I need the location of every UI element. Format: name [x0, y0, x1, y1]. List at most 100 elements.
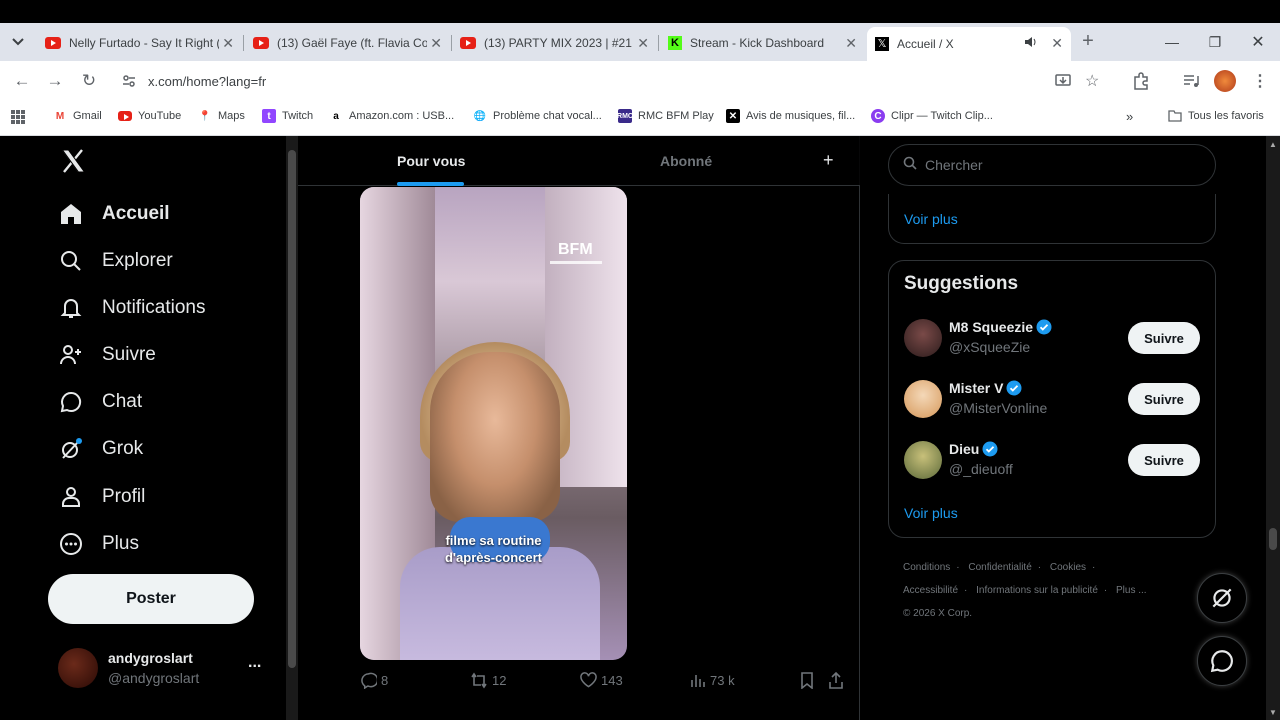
footer-link[interactable]: Cookies [1050, 562, 1086, 573]
bookmark-maps[interactable]: 📍 Maps [198, 109, 245, 123]
account-switcher[interactable]: andygroslart @andygroslart ... [58, 644, 278, 694]
menu-kebab-icon[interactable]: ⋮ [1252, 71, 1268, 91]
bookmark-avis-musiques[interactable]: ✕ Avis de musiques, fil... [726, 109, 855, 123]
bookmark-twitch[interactable]: t Twitch [262, 109, 313, 123]
post-button[interactable]: Poster [48, 574, 254, 624]
bookmark-clipr[interactable]: C Clipr — Twitch Clip... [871, 109, 993, 123]
x-logo-icon[interactable] [60, 148, 86, 180]
footer-sep: · [964, 585, 968, 596]
post-actions: 8 12 143 73 k [360, 672, 850, 692]
restore-button[interactable]: ❐ [1193, 23, 1237, 61]
footer-link[interactable]: Conditions [903, 562, 950, 573]
bookmark-star-icon[interactable]: ☆ [1085, 71, 1099, 91]
bookmark-rmc[interactable]: RMC RMC BFM Play [617, 109, 714, 123]
top-black-bar [0, 0, 1280, 23]
back-button[interactable]: ← [10, 69, 34, 93]
bookmark-button[interactable] [800, 672, 818, 689]
site-info-icon[interactable] [122, 74, 136, 93]
views-button[interactable]: 73 k [690, 672, 735, 688]
search-input[interactable]: Chercher [888, 144, 1216, 186]
nav-home[interactable]: Accueil [58, 194, 170, 234]
browser-tab[interactable]: K Stream - Kick Dashboard ✕ [660, 29, 865, 57]
install-app-icon[interactable] [1055, 73, 1071, 94]
bookmark-gmail[interactable]: M Gmail [53, 109, 102, 123]
nav-follow[interactable]: Suivre [58, 335, 156, 375]
like-button[interactable]: 143 [580, 672, 623, 688]
left-scrollbar[interactable] [286, 136, 298, 720]
home-icon [58, 201, 84, 227]
suggestions-see-more-link[interactable]: Voir plus [904, 505, 958, 521]
apps-grid-icon[interactable] [11, 110, 25, 129]
footer-link[interactable]: Plus ... [1116, 585, 1147, 596]
reply-button[interactable]: 8 [360, 672, 388, 689]
bookmark-label: Tous les favoris [1188, 110, 1264, 122]
bookmark-label: RMC BFM Play [638, 110, 714, 122]
browser-tab[interactable]: Nelly Furtado - Say It Right ( ✕ [37, 29, 242, 57]
caption-line: d'après-concert [444, 550, 542, 565]
tab-following[interactable]: Abonné [660, 153, 712, 169]
speaker-icon[interactable] [1024, 36, 1037, 51]
footer-link[interactable]: Confidentialité [968, 562, 1031, 573]
all-bookmarks[interactable]: Tous les favoris [1168, 109, 1264, 123]
trends-see-more-link[interactable]: Voir plus [904, 211, 958, 227]
folder-icon [1168, 109, 1182, 123]
profile-avatar[interactable] [1214, 70, 1236, 92]
address-bar[interactable]: x.com/home?lang=fr ☆ [112, 65, 1111, 97]
nav-profile[interactable]: Profil [58, 477, 145, 517]
share-button[interactable] [828, 672, 848, 689]
more-dots-icon[interactable]: ... [248, 654, 261, 672]
close-icon[interactable]: ✕ [1051, 35, 1063, 52]
suggestion-item[interactable]: Dieu @_dieuoff Suivre [904, 439, 1204, 483]
post-video[interactable]: BFM filme sa routine d'après-concert [360, 187, 627, 660]
extensions-icon[interactable] [1132, 72, 1150, 95]
browser-tab-active[interactable]: 𝕏 Accueil / X ✕ [867, 27, 1071, 61]
close-icon[interactable]: ✕ [637, 35, 649, 52]
x-page: Accueil Explorer Notifications Suivre Ch… [0, 136, 1280, 720]
minimize-button[interactable]: — [1150, 23, 1194, 61]
nav-more[interactable]: Plus [58, 524, 139, 564]
forward-button[interactable]: → [43, 69, 67, 93]
bookmark-amazon[interactable]: a Amazon.com : USB... [329, 109, 454, 123]
footer-link[interactable]: Informations sur la publicité [976, 585, 1098, 596]
follow-button[interactable]: Suivre [1128, 322, 1200, 354]
follow-button[interactable]: Suivre [1128, 444, 1200, 476]
more-bookmarks-icon[interactable]: » [1126, 109, 1133, 124]
globe-icon: 🌐 [473, 110, 487, 122]
close-window-button[interactable]: ✕ [1236, 23, 1280, 61]
tab-for-you[interactable]: Pour vous [397, 153, 465, 169]
nav-notifications[interactable]: Notifications [58, 288, 206, 328]
scroll-down-icon: ▼ [1269, 708, 1277, 717]
nav-label: Explorer [102, 250, 173, 271]
nav-explore[interactable]: Explorer [58, 241, 173, 281]
bookmark-youtube[interactable]: YouTube [118, 109, 181, 123]
footer-link[interactable]: Accessibilité [903, 585, 958, 596]
nav-chat[interactable]: Chat [58, 382, 142, 422]
media-control-icon[interactable] [1182, 72, 1200, 95]
nav-label: Notifications [102, 297, 206, 318]
new-tab-button[interactable]: + [1076, 29, 1100, 53]
account-name: andygroslart [108, 650, 193, 666]
bookmark-chat-vocal[interactable]: 🌐 Problème chat vocal... [473, 109, 602, 123]
suggestion-item[interactable]: Mister V @MisterVonline Suivre [904, 378, 1204, 422]
nav-grok[interactable]: Grok [58, 429, 143, 469]
add-feed-icon[interactable]: + [823, 150, 834, 171]
chat-fab-button[interactable] [1197, 636, 1247, 686]
trends-box: Voir plus [888, 194, 1216, 244]
clipr-icon: C [871, 109, 885, 123]
close-icon[interactable]: ✕ [845, 35, 857, 52]
browser-tab[interactable]: (13) PARTY MIX 2023 | #21 | ✕ [452, 29, 657, 57]
page-scrollbar[interactable]: ▲ ▼ [1266, 136, 1280, 720]
close-icon[interactable]: ✕ [222, 35, 234, 52]
grok-fab-button[interactable] [1197, 573, 1247, 623]
follow-button[interactable]: Suivre [1128, 383, 1200, 415]
suggestion-item[interactable]: M8 Squeezie @xSqueeZie Suivre [904, 317, 1204, 361]
repost-button[interactable]: 12 [470, 672, 506, 689]
tab-title: Accueil / X [897, 37, 954, 51]
browser-tab[interactable]: (13) Gaël Faye (ft. Flavia Coe ✕ [245, 29, 450, 57]
tab-title: (13) Gaël Faye (ft. Flavia Coe [277, 36, 427, 50]
reload-button[interactable]: ↻ [77, 69, 101, 93]
bookmark-label: Gmail [73, 110, 102, 122]
suggestion-name-text: M8 Squeezie [949, 319, 1034, 335]
close-icon[interactable]: ✕ [430, 35, 442, 52]
tab-search-icon[interactable] [6, 30, 30, 54]
